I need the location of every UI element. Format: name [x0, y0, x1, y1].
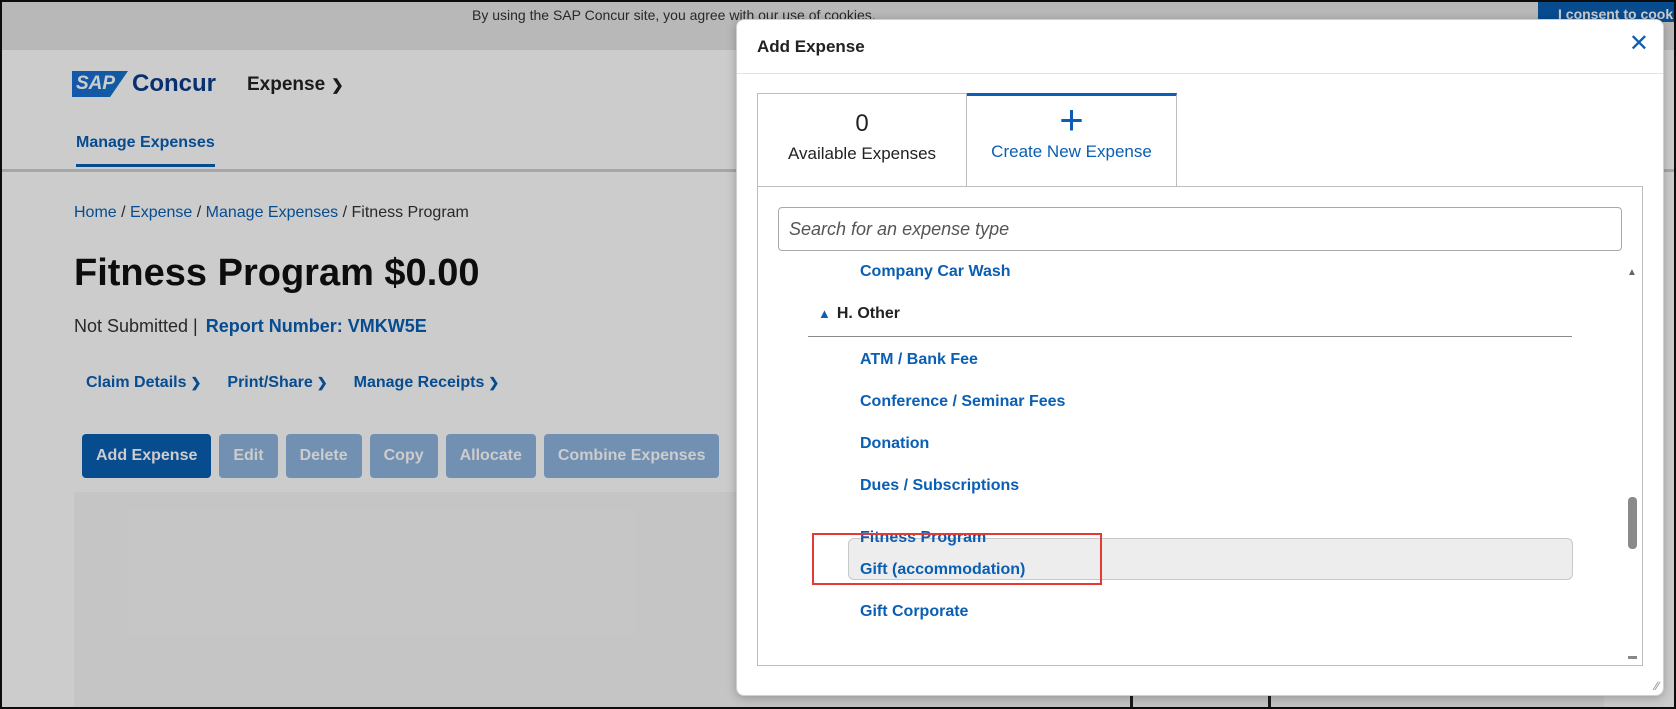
tab-available-expenses[interactable]: 0 Available Expenses	[757, 93, 967, 187]
list-item[interactable]: Conference / Seminar Fees	[860, 393, 1065, 411]
tab-label: Create New Expense	[991, 142, 1152, 161]
expense-type-list: Company Car Wash ▲ H. Other ATM / Bank Fe…	[758, 253, 1618, 661]
group-label: H. Other	[836, 305, 900, 322]
list-item[interactable]: ATM / Bank Fee	[860, 351, 978, 369]
group-header-h-other[interactable]: ▲ H. Other	[808, 305, 1572, 337]
plus-icon: +	[1059, 96, 1084, 143]
scroll-down-arrow-icon[interactable]	[1628, 656, 1637, 659]
chevron-up-icon: ▲	[818, 306, 831, 321]
scrollbar-thumb[interactable]	[1628, 497, 1637, 549]
available-expenses-count: 0	[855, 110, 869, 137]
list-item[interactable]: Gift Corporate	[860, 603, 968, 621]
list-item[interactable]: Donation	[860, 435, 929, 453]
annotation-highlight-box	[812, 533, 1102, 585]
modal-tabs: 0 Available Expenses + Create New Expens…	[757, 93, 1177, 187]
add-expense-modal: Add Expense ✕ 0 Available Expenses + Cre…	[736, 19, 1664, 696]
tab-create-new-expense[interactable]: + Create New Expense	[967, 93, 1177, 187]
modal-header: Add Expense ✕	[737, 20, 1663, 74]
expense-type-search-input[interactable]	[778, 207, 1622, 251]
modal-title: Add Expense	[757, 37, 865, 56]
close-icon[interactable]: ✕	[1629, 32, 1649, 56]
expense-type-panel: Company Car Wash ▲ H. Other ATM / Bank Fe…	[757, 186, 1643, 666]
list-scrollbar[interactable]: ▲	[1626, 267, 1638, 659]
resize-grip-icon[interactable]: ∕∕	[1655, 679, 1659, 693]
scroll-up-arrow-icon[interactable]: ▲	[1627, 267, 1637, 278]
tab-label: Available Expenses	[787, 144, 937, 163]
list-item[interactable]: Company Car Wash	[860, 263, 1011, 281]
list-item[interactable]: Dues / Subscriptions	[860, 477, 1019, 495]
